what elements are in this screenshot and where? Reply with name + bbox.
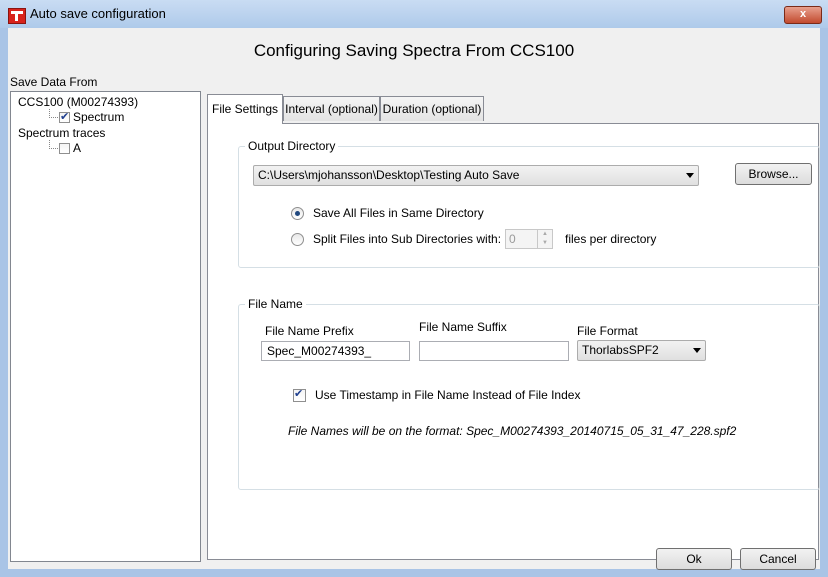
save-data-from-label: Save Data From	[10, 75, 98, 89]
output-directory-path: C:\Users\mjohansson\Desktop\Testing Auto…	[258, 168, 520, 182]
close-button[interactable]: x	[784, 6, 822, 24]
thorlabs-app-icon	[8, 8, 26, 24]
file-settings-panel: Output Directory C:\Users\mjohansson\Des…	[207, 123, 820, 560]
file-format-value: ThorlabsSPF2	[582, 343, 659, 357]
spin-down-icon: ▼	[537, 239, 552, 248]
dialog-client: Configuring Saving Spectra From CCS100 S…	[8, 28, 820, 570]
tree-connector	[49, 148, 58, 149]
browse-button[interactable]: Browse...	[735, 163, 812, 185]
files-per-directory-value: 0	[509, 232, 516, 246]
file-name-title: File Name	[245, 297, 306, 311]
tab-file-settings[interactable]: File Settings	[207, 94, 283, 124]
format-note: File Names will be on the format: Spec_M…	[288, 424, 737, 438]
tree-node-spectrum-traces[interactable]: Spectrum traces	[18, 126, 105, 140]
tree-node-device[interactable]: CCS100 (M00274393)	[18, 95, 138, 109]
chevron-down-icon	[686, 173, 694, 178]
prefix-input[interactable]: Spec_M00274393_	[261, 341, 410, 361]
prefix-label: File Name Prefix	[265, 324, 354, 338]
file-name-group: File Name File Name Prefix Spec_M0027439…	[238, 297, 820, 490]
timestamp-label[interactable]: Use Timestamp in File Name Instead of Fi…	[315, 388, 580, 402]
tree-node-spectrum[interactable]: Spectrum	[73, 110, 124, 124]
files-per-directory-spinner: 0 ▲ ▼	[505, 229, 553, 249]
file-format-combo[interactable]: ThorlabsSPF2	[577, 340, 706, 361]
suffix-label: File Name Suffix	[419, 320, 507, 334]
cancel-button[interactable]: Cancel	[740, 548, 816, 570]
tree-node-trace-a[interactable]: A	[73, 141, 81, 155]
window-title: Auto save configuration	[30, 6, 166, 21]
output-directory-title: Output Directory	[245, 139, 339, 153]
chevron-down-icon	[693, 348, 701, 353]
files-per-directory-label: files per directory	[565, 232, 657, 246]
dialog-heading: Configuring Saving Spectra From CCS100	[253, 41, 575, 60]
tab-interval[interactable]: Interval (optional)	[283, 96, 380, 121]
suffix-input[interactable]	[419, 341, 569, 361]
dialog-window: Auto save configuration x Configuring Sa…	[0, 0, 828, 577]
timestamp-checkbox[interactable]	[293, 387, 306, 402]
tab-duration[interactable]: Duration (optional)	[380, 96, 484, 121]
same-directory-label[interactable]: Save All Files in Same Directory	[313, 206, 484, 220]
format-label: File Format	[577, 324, 638, 338]
spectrum-checkbox[interactable]	[59, 110, 70, 123]
output-directory-group: Output Directory C:\Users\mjohansson\Des…	[238, 139, 820, 268]
tree-connector	[49, 117, 58, 118]
split-directories-label[interactable]: Split Files into Sub Directories with:	[313, 232, 501, 246]
radio-same-directory[interactable]	[291, 207, 304, 220]
spin-up-icon: ▲	[537, 230, 552, 239]
output-directory-combo[interactable]: C:\Users\mjohansson\Desktop\Testing Auto…	[253, 165, 699, 186]
radio-split-directories[interactable]	[291, 233, 304, 246]
ok-button[interactable]: Ok	[656, 548, 732, 570]
trace-a-checkbox[interactable]	[59, 143, 70, 154]
title-bar[interactable]: Auto save configuration x	[0, 0, 828, 28]
source-tree[interactable]: CCS100 (M00274393) Spectrum Spectrum tra…	[10, 91, 201, 562]
